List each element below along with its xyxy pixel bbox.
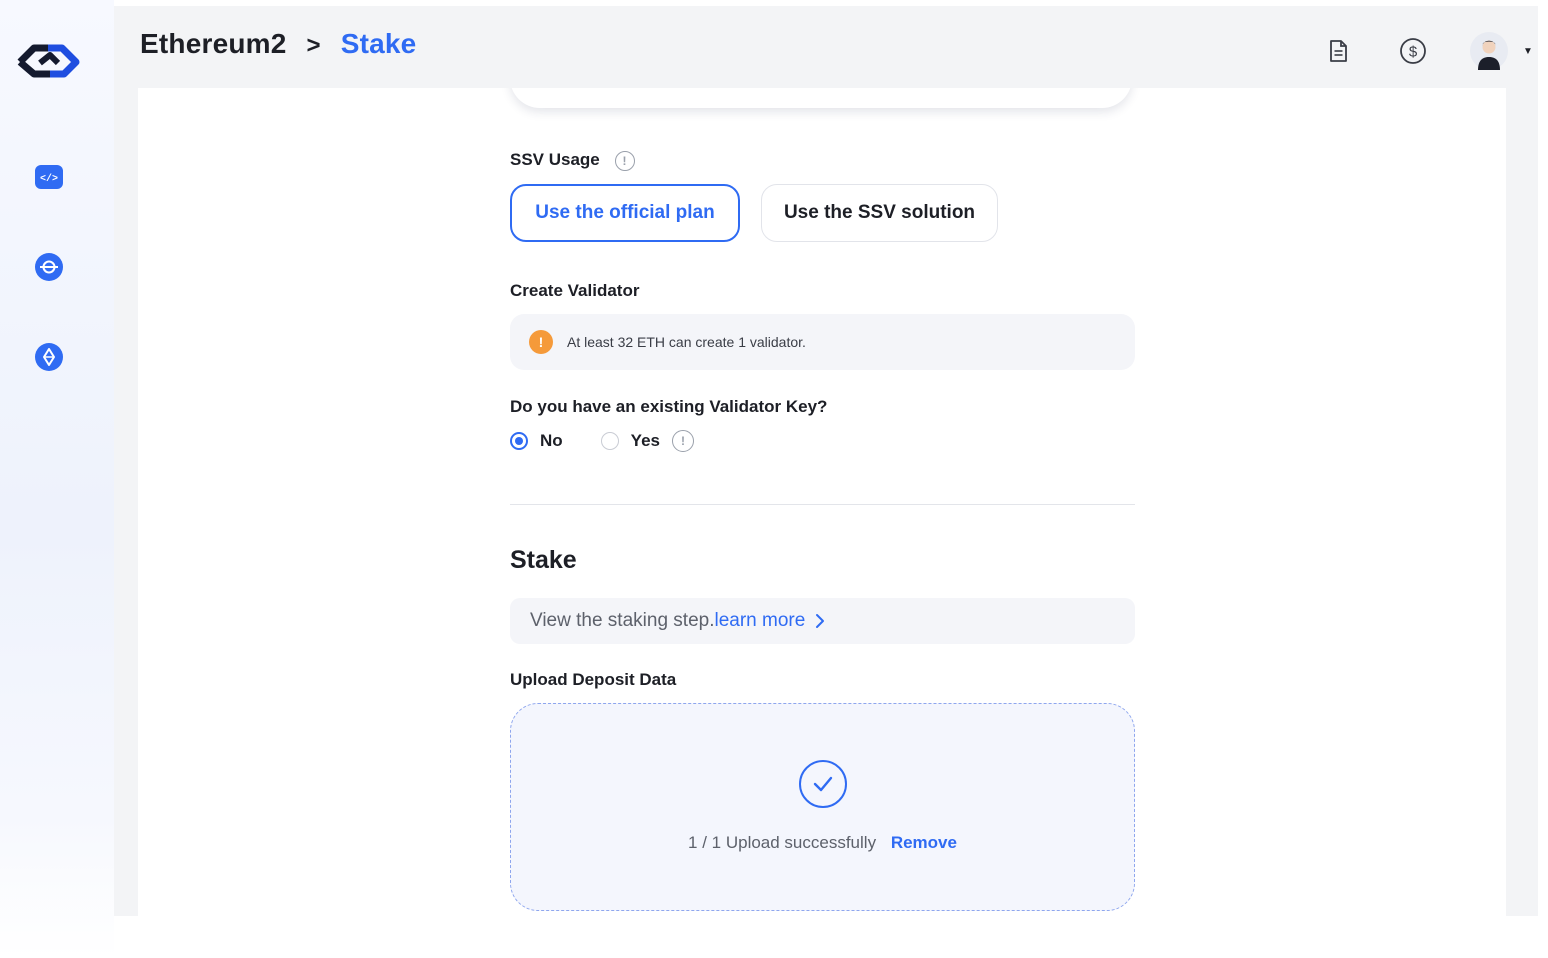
stake-title: Stake	[510, 546, 577, 574]
header: Ethereum2 > Stake $ ▼	[114, 6, 1538, 88]
staking-step-bar: View the staking step. learn more	[510, 598, 1135, 644]
sidebar-item-network[interactable]	[35, 253, 63, 281]
upload-status-text: 1 / 1 Upload successfully	[688, 833, 877, 852]
learn-more-label: learn more	[714, 610, 806, 631]
official-plan-button[interactable]: Use the official plan	[510, 184, 740, 242]
document-button[interactable]	[1317, 30, 1359, 72]
breadcrumb-separator: >	[306, 32, 321, 59]
info-icon[interactable]: !	[614, 150, 635, 171]
validator-key-radio-group: No Yes !	[510, 430, 694, 452]
network-icon	[35, 253, 63, 281]
previous-card	[510, 88, 1132, 108]
radio-no-label: No	[540, 431, 563, 450]
dollar-icon: $	[1400, 38, 1426, 64]
svg-text:$: $	[1409, 44, 1418, 61]
upload-dropzone[interactable]: 1 / 1 Upload successfully Remove	[510, 703, 1135, 911]
radio-yes-circle[interactable]	[600, 432, 619, 450]
notice-text: At least 32 ETH can create 1 validator.	[567, 334, 806, 350]
svg-text:</>: </>	[40, 173, 58, 185]
check-circle-icon	[799, 760, 847, 808]
sidebar-item-code[interactable]: </>	[35, 163, 63, 191]
validator-key-question: Do you have an existing Validator Key?	[510, 397, 828, 416]
ssv-solution-label: Use the SSV solution	[783, 202, 976, 223]
ssv-usage-label: SSV Usage	[510, 150, 600, 169]
user-avatar-button[interactable]	[1468, 30, 1510, 72]
radio-yes-label: Yes	[630, 431, 660, 450]
learn-more-link[interactable]: learn more	[714, 610, 825, 632]
avatar-caret-icon[interactable]: ▼	[1523, 46, 1533, 57]
breadcrumb: Ethereum2 > Stake	[140, 28, 416, 60]
official-plan-label: Use the official plan	[535, 202, 715, 223]
breadcrumb-current: Stake	[340, 28, 417, 59]
ssv-solution-button[interactable]: Use the SSV solution	[761, 184, 998, 242]
section-divider	[510, 504, 1135, 505]
radio-no-circle[interactable]	[510, 432, 528, 450]
billing-button[interactable]: $	[1392, 30, 1434, 72]
upload-status: 1 / 1 Upload successfully Remove	[511, 833, 1134, 853]
sidebar: </>	[0, 0, 114, 958]
validator-notice: ! At least 32 ETH can create 1 validator…	[510, 314, 1135, 370]
staking-step-text: View the staking step.	[530, 610, 715, 631]
warning-icon: !	[529, 330, 553, 354]
app-logo[interactable]	[16, 36, 82, 84]
chevron-right-icon	[815, 613, 825, 629]
document-icon	[1330, 40, 1347, 62]
ssv-usage-section: SSV Usage !	[510, 150, 635, 171]
create-validator-label: Create Validator	[510, 281, 640, 300]
info-icon[interactable]: !	[671, 430, 694, 452]
sidebar-item-ethereum[interactable]	[35, 343, 63, 371]
remove-upload-link[interactable]: Remove	[891, 833, 957, 852]
ethereum-icon	[35, 343, 63, 371]
radio-no[interactable]: No	[510, 431, 563, 451]
radio-yes[interactable]: Yes	[600, 431, 660, 451]
avatar	[1470, 32, 1508, 70]
breadcrumb-root[interactable]: Ethereum2	[140, 28, 287, 59]
upload-deposit-label: Upload Deposit Data	[510, 670, 677, 689]
stake-form: SSV Usage ! Use the official plan Use th…	[138, 88, 1506, 916]
code-icon: </>	[35, 165, 63, 189]
